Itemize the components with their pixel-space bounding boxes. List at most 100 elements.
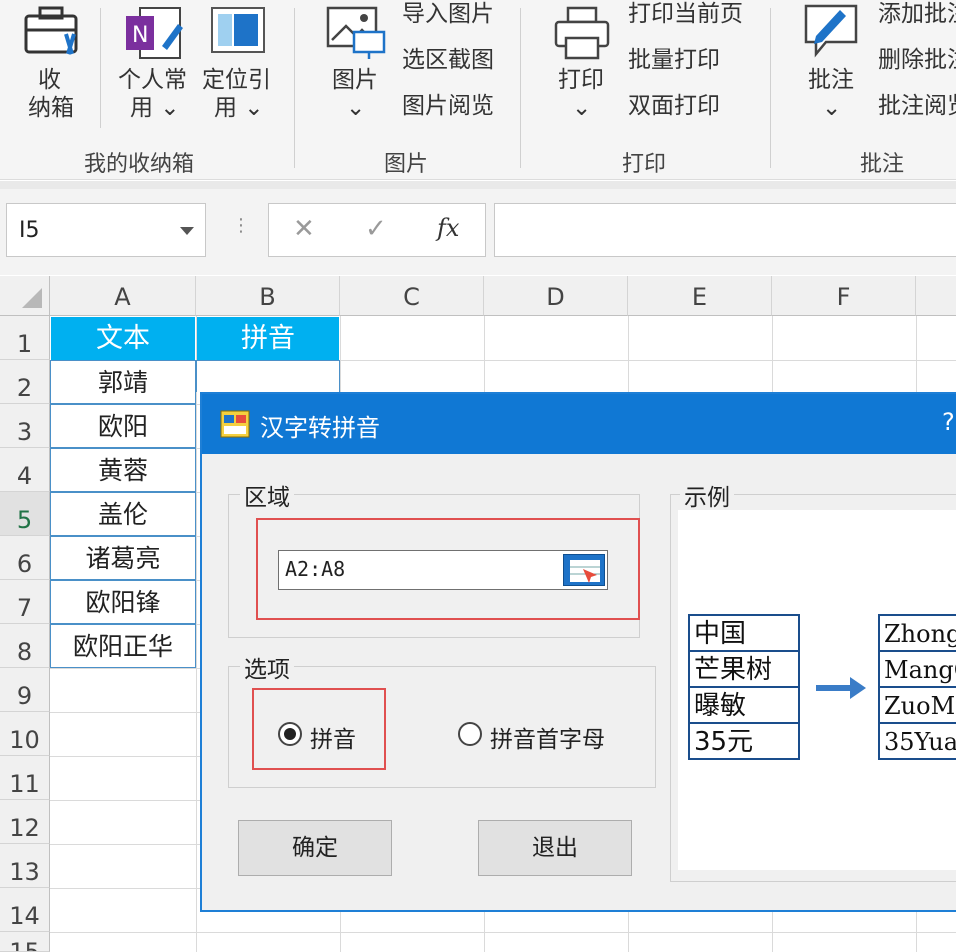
example-result-4: 35Yua [878, 722, 956, 760]
name-box-value: I5 [19, 218, 40, 243]
locate-reference-label-1: 定位引 [202, 67, 271, 93]
column-header-f[interactable]: F [772, 276, 916, 316]
picture-viewer-button[interactable]: 图片阅览 [402, 92, 494, 120]
example-source-3: 曝敏 [688, 686, 800, 724]
select-all-corner[interactable] [0, 276, 50, 316]
radio-pinyin-label: 拼音 [310, 727, 356, 753]
cell-a7[interactable]: 欧阳锋 [50, 580, 196, 624]
row-header-5[interactable]: 5 [0, 492, 50, 536]
column-header-g[interactable] [916, 276, 956, 316]
column-header-a[interactable]: A [50, 276, 196, 316]
arrow-right-icon [816, 677, 866, 699]
insert-function-icon[interactable]: fx [437, 214, 459, 242]
cell-b2[interactable] [196, 360, 340, 392]
row-header-1[interactable]: 1 [0, 316, 50, 360]
name-box[interactable]: I5 [6, 203, 206, 257]
row-header-4[interactable]: 4 [0, 448, 50, 492]
row-header-6[interactable]: 6 [0, 536, 50, 580]
chevron-down-icon: ⌄ [572, 95, 592, 121]
dialog-title: 汉字转拼音 [260, 414, 380, 442]
cancel-icon[interactable]: ✕ [293, 214, 315, 244]
exit-button[interactable]: 退出 [478, 820, 632, 876]
print-button[interactable]: 打印 ⌄ [546, 0, 622, 130]
example-result-2: MangG [878, 650, 956, 688]
cell-a8[interactable]: 欧阳正华 [50, 624, 196, 668]
chevron-down-icon: ⌄ [822, 95, 842, 121]
row-header-2[interactable]: 2 [0, 360, 50, 404]
ribbon-gap [0, 181, 956, 189]
comment-pen-icon [804, 4, 858, 58]
formula-actions: ✕ ✓ fx [268, 203, 486, 257]
radio-initials-circle[interactable] [458, 722, 482, 746]
personal-common-button[interactable]: N 个人常 用 ⌄ [112, 0, 196, 130]
storage-box-button[interactable]: 收 纳箱 [14, 0, 90, 130]
printer-icon [554, 6, 610, 60]
column-header-c[interactable]: C [340, 276, 484, 316]
duplex-print-button[interactable]: 双面打印 [628, 92, 720, 120]
toolbox-icon [24, 6, 78, 55]
cell-a4[interactable]: 黄蓉 [50, 448, 196, 492]
comment-viewer-button[interactable]: 批注阅览 [878, 92, 956, 120]
group-title-storage: 我的收纳箱 [84, 152, 195, 177]
more-options-icon[interactable]: ⋮ [232, 215, 250, 236]
ok-button[interactable]: 确定 [238, 820, 392, 876]
personal-common-label-2: 用 ⌄ [130, 95, 180, 121]
group-title-print: 打印 [622, 152, 667, 177]
row-header-12[interactable]: 12 [0, 800, 50, 844]
add-comment-button[interactable]: 添加批注 [878, 0, 956, 28]
group-title-comment: 批注 [860, 152, 905, 177]
cell-a1[interactable]: 文本 [51, 317, 195, 360]
row-header-7[interactable]: 7 [0, 580, 50, 624]
cell-a2[interactable]: 郭靖 [50, 360, 196, 404]
print-label: 打印 [558, 67, 604, 93]
column-header-e[interactable]: E [628, 276, 772, 316]
enter-icon[interactable]: ✓ [365, 214, 387, 244]
select-all-icon [22, 288, 42, 308]
range-picker-button[interactable] [563, 554, 605, 586]
row-header-15[interactable]: 15 [0, 932, 50, 952]
column-header-b[interactable]: B [196, 276, 340, 316]
column-header-d[interactable]: D [484, 276, 628, 316]
cell-a3[interactable]: 欧阳 [50, 404, 196, 448]
example-result-3: ZuoMi [878, 686, 956, 724]
batch-print-button[interactable]: 批量打印 [628, 46, 720, 74]
range-input[interactable]: A2:A8 [278, 550, 608, 590]
import-picture-button[interactable]: 导入图片 [402, 0, 494, 28]
personal-common-label-1: 个人常 [118, 67, 187, 93]
row-header-13[interactable]: 13 [0, 844, 50, 888]
region-screenshot-button[interactable]: 选区截图 [402, 46, 494, 74]
picture-icon [326, 6, 386, 59]
divider [294, 8, 295, 168]
example-group-label: 示例 [680, 478, 734, 512]
storage-box-label-1: 收 [38, 67, 61, 93]
delete-comment-button[interactable]: 删除批注 [878, 46, 956, 74]
row-header-14[interactable]: 14 [0, 888, 50, 932]
radio-pinyin-circle[interactable] [278, 722, 302, 746]
cell-a5[interactable]: 盖伦 [50, 492, 196, 536]
divider [100, 8, 101, 128]
row-header-9[interactable]: 9 [0, 668, 50, 712]
cell-a6[interactable]: 诸葛亮 [50, 536, 196, 580]
row-header-10[interactable]: 10 [0, 712, 50, 756]
row-header-8[interactable]: 8 [0, 624, 50, 668]
comment-button[interactable]: 批注 ⌄ [796, 0, 872, 130]
dropdown-arrow-icon[interactable] [179, 226, 195, 236]
row-header-3[interactable]: 3 [0, 404, 50, 448]
range-group-label: 区域 [240, 478, 294, 512]
storage-box-label-2: 纳箱 [28, 95, 74, 121]
help-icon[interactable]: ? [942, 408, 955, 436]
locate-reference-button[interactable]: 定位引 用 ⌄ [198, 0, 282, 130]
formula-input[interactable] [494, 203, 956, 257]
range-picker-icon [570, 560, 600, 583]
example-source-2: 芒果树 [688, 650, 800, 688]
row-header-11[interactable]: 11 [0, 756, 50, 800]
picture-button[interactable]: 图片 ⌄ [318, 0, 394, 130]
group-title-picture: 图片 [384, 152, 429, 177]
radio-pinyin[interactable]: 拼音 [278, 720, 388, 753]
range-input-value: A2:A8 [285, 557, 346, 581]
dialog-titlebar[interactable]: 汉字转拼音 ? [202, 394, 956, 454]
radio-initials[interactable]: 拼音首字母 [458, 720, 638, 753]
cell-b1[interactable]: 拼音 [197, 317, 339, 360]
onenote-icon: N [126, 7, 183, 59]
print-current-page-button[interactable]: 打印当前页 [628, 0, 743, 28]
